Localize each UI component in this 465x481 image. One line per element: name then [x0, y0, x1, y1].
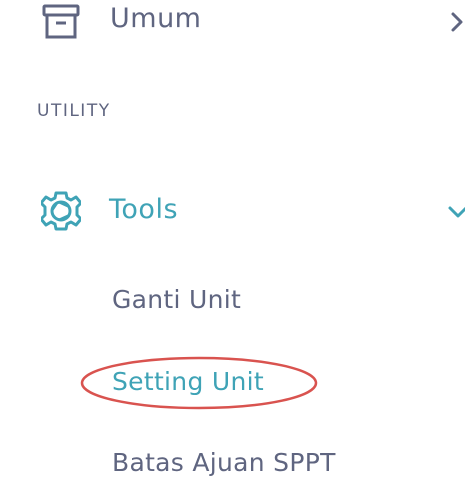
submenu-item-setting-unit[interactable]: Setting Unit [112, 367, 264, 396]
sidebar-item-tools[interactable]: Tools [0, 186, 465, 236]
sidebar-item-umum[interactable]: Umum [0, 0, 465, 48]
sidebar-item-label: Umum [110, 3, 202, 34]
chevron-down-icon [447, 204, 465, 223]
gear-icon [39, 191, 83, 235]
section-header-utility: UTILITY [37, 101, 111, 121]
archive-icon [42, 4, 80, 44]
submenu-item-ganti-unit[interactable]: Ganti Unit [112, 285, 241, 314]
submenu-item-batas-ajuan-sppt[interactable]: Batas Ajuan SPPT [112, 448, 336, 477]
sidebar-item-label: Tools [109, 194, 179, 225]
sidebar-menu: Umum UTILITY Tools Ganti Unit Setting Un… [0, 0, 465, 481]
chevron-right-icon [450, 11, 464, 37]
